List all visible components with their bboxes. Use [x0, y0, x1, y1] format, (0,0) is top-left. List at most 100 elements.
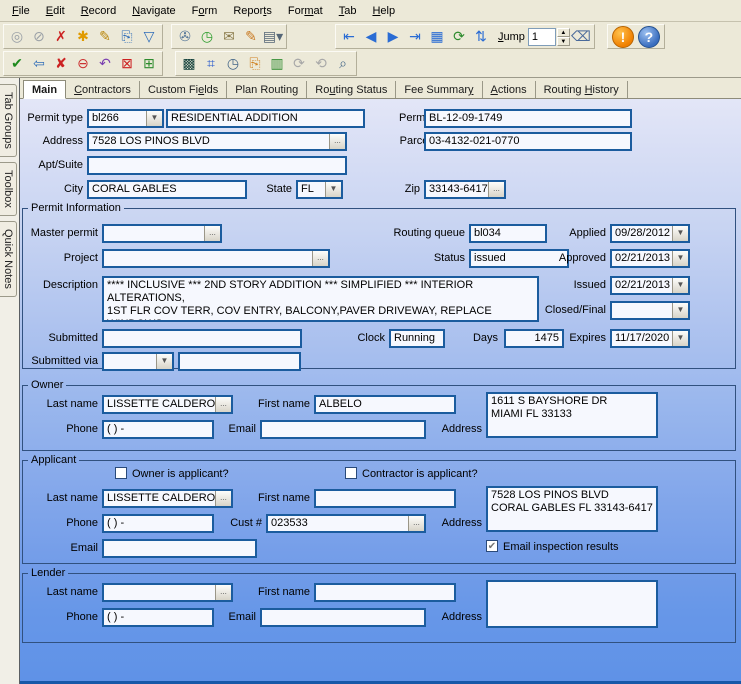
owner-last-name-browse-button[interactable]: ... — [215, 397, 231, 412]
edit-record-icon[interactable]: ✎ — [94, 26, 116, 48]
sync-one-icon[interactable]: ⟳ — [288, 53, 310, 75]
jump-spin-down[interactable]: ▼ — [557, 37, 570, 46]
side-tab-quick-notes[interactable]: Quick Notes — [0, 221, 17, 297]
next-record-icon[interactable]: ▶ — [382, 26, 404, 48]
applicant-address-field[interactable]: 7528 LOS PINOS BLVDCORAL GABLES FL 33143… — [486, 486, 658, 532]
menu-file[interactable]: File — [4, 2, 38, 20]
submitted-via-dropdown-button[interactable]: ▼ — [156, 354, 172, 369]
master-permit-browse-button[interactable]: ... — [204, 226, 220, 241]
cancel-doc-icon[interactable]: ✘ — [50, 53, 72, 75]
applicant-phone-field[interactable]: ( ) - — [102, 514, 214, 533]
state-dropdown-button[interactable]: ▼ — [325, 182, 341, 197]
help-button[interactable]: ? — [638, 26, 660, 48]
approve-record-icon[interactable]: ◎ — [6, 26, 28, 48]
owner-is-applicant-checkbox[interactable] — [115, 467, 127, 479]
applicant-email-field[interactable] — [102, 539, 257, 558]
menu-form[interactable]: Form — [184, 2, 226, 20]
menu-record[interactable]: Record — [73, 2, 124, 20]
tab-contractors[interactable]: Contractors — [66, 81, 140, 98]
stop-doc-icon[interactable]: ⊖ — [72, 53, 94, 75]
tab-plan-routing[interactable]: Plan Routing — [227, 81, 307, 98]
copy-record-icon[interactable]: ⎘ — [116, 26, 138, 48]
approved-dropdown-button[interactable]: ▼ — [672, 251, 688, 266]
clock-icon[interactable]: ◷ — [222, 53, 244, 75]
applicant-last-name-field[interactable]: LISSETTE CALDERON ... — [102, 489, 233, 508]
sort-icon[interactable]: ⇅ — [470, 26, 492, 48]
delete-doc-icon[interactable]: ⊠ — [116, 53, 138, 75]
state-combo[interactable]: FL ▼ — [296, 180, 343, 199]
refresh-icon[interactable]: ⟳ — [448, 26, 470, 48]
browse-grid-icon[interactable]: ▦ — [426, 26, 448, 48]
tab-main[interactable]: Main — [23, 80, 66, 99]
parcel-field[interactable]: 03-4132-021-0770 — [424, 132, 632, 151]
add-note-icon[interactable]: ⊞ — [138, 53, 160, 75]
applicant-last-name-browse-button[interactable]: ... — [215, 491, 231, 506]
menu-format[interactable]: Format — [280, 2, 331, 20]
void-record-icon[interactable]: ⊘ — [28, 26, 50, 48]
project-browse-button[interactable]: ... — [312, 251, 328, 266]
undo-doc-icon[interactable]: ↶ — [94, 53, 116, 75]
tab-fee-summary[interactable]: Fee Summary — [396, 81, 482, 98]
issued-dropdown-button[interactable]: ▼ — [672, 278, 688, 293]
eraser-icon[interactable]: ⌫ — [570, 26, 592, 48]
tab-actions[interactable]: Actions — [483, 81, 536, 98]
days-field[interactable]: 1475 — [504, 329, 564, 348]
cust-no-browse-button[interactable]: ... — [408, 516, 424, 531]
contractor-is-applicant-checkbox[interactable] — [345, 467, 357, 479]
jump-spin-up[interactable]: ▲ — [557, 28, 570, 37]
paste-special-icon[interactable]: ⎘ — [244, 53, 266, 75]
lender-phone-field[interactable]: ( ) - — [102, 608, 214, 627]
calculator-icon[interactable]: ⌗ — [200, 53, 222, 75]
apt-suite-field[interactable] — [87, 156, 347, 175]
address-field[interactable]: 7528 LOS PINOS BLVD ... — [87, 132, 347, 151]
permit-type-dropdown-button[interactable]: ▼ — [146, 111, 162, 126]
alert-button[interactable]: ! — [612, 26, 634, 48]
lender-email-field[interactable] — [260, 608, 426, 627]
cust-no-field[interactable]: 023533 ... — [266, 514, 426, 533]
first-record-icon[interactable]: ⇤ — [338, 26, 360, 48]
approved-date-combo[interactable]: 02/21/2013 ▼ — [610, 249, 690, 268]
save-doc-icon[interactable]: ✔ — [6, 53, 28, 75]
owner-email-field[interactable] — [260, 420, 426, 439]
prev-record-icon[interactable]: ◀ — [360, 26, 382, 48]
submitted-field[interactable] — [102, 329, 302, 348]
owner-first-name-field[interactable]: ALBELO — [314, 395, 456, 414]
print-icon[interactable]: ▤▾ — [262, 26, 284, 48]
submitted-via-combo[interactable]: ▼ — [102, 352, 174, 371]
tab-routing-status[interactable]: Routing Status — [307, 81, 396, 98]
lender-address-field[interactable] — [486, 580, 658, 628]
tab-routing-history[interactable]: Routing History — [536, 81, 628, 98]
description-field[interactable]: **** INCLUSIVE *** 2ND STORY ADDITION **… — [102, 276, 539, 322]
check-in-icon[interactable]: ◷ — [196, 26, 218, 48]
expires-date-combo[interactable]: 11/17/2020 ▼ — [610, 329, 690, 348]
project-field[interactable]: ... — [102, 249, 330, 268]
attachments-icon[interactable]: ✇ — [174, 26, 196, 48]
submitted-via-extra-field[interactable] — [178, 352, 301, 371]
tab-custom-fields[interactable]: Custom Fields — [140, 81, 227, 98]
owner-phone-field[interactable]: ( ) - — [102, 420, 214, 439]
filter-record-icon[interactable]: ▽ — [138, 26, 160, 48]
permit-no-field[interactable]: BL-12-09-1749 — [424, 109, 632, 128]
menu-tab[interactable]: Tab — [331, 2, 365, 20]
permit-type-desc-field[interactable]: RESIDENTIAL ADDITION — [166, 109, 365, 128]
closed-final-date-combo[interactable]: ▼ — [610, 301, 690, 320]
lender-last-name-browse-button[interactable]: ... — [215, 585, 231, 600]
issued-date-combo[interactable]: 02/21/2013 ▼ — [610, 276, 690, 295]
routing-queue-field[interactable]: bl034 — [469, 224, 547, 243]
sync-two-icon[interactable]: ⟲ — [310, 53, 332, 75]
permit-type-combo[interactable]: bl266 ▼ — [87, 109, 164, 128]
address-browse-button[interactable]: ... — [329, 134, 345, 149]
lender-first-name-field[interactable] — [314, 583, 456, 602]
clock-field[interactable]: Running — [389, 329, 445, 348]
last-record-icon[interactable]: ⇥ — [404, 26, 426, 48]
closed-final-dropdown-button[interactable]: ▼ — [672, 303, 688, 318]
city-field[interactable]: CORAL GABLES — [87, 180, 247, 199]
applied-dropdown-button[interactable]: ▼ — [672, 226, 688, 241]
side-tab-toolbox[interactable]: Toolbox — [0, 162, 17, 216]
menu-navigate[interactable]: Navigate — [124, 2, 183, 20]
cash-register-icon[interactable]: ▥ — [266, 53, 288, 75]
email-icon[interactable]: ✉ — [218, 26, 240, 48]
applied-date-combo[interactable]: 09/28/2012 ▼ — [610, 224, 690, 243]
map-icon[interactable]: ▩ — [178, 53, 200, 75]
zip-browse-button[interactable]: ... — [488, 182, 504, 197]
